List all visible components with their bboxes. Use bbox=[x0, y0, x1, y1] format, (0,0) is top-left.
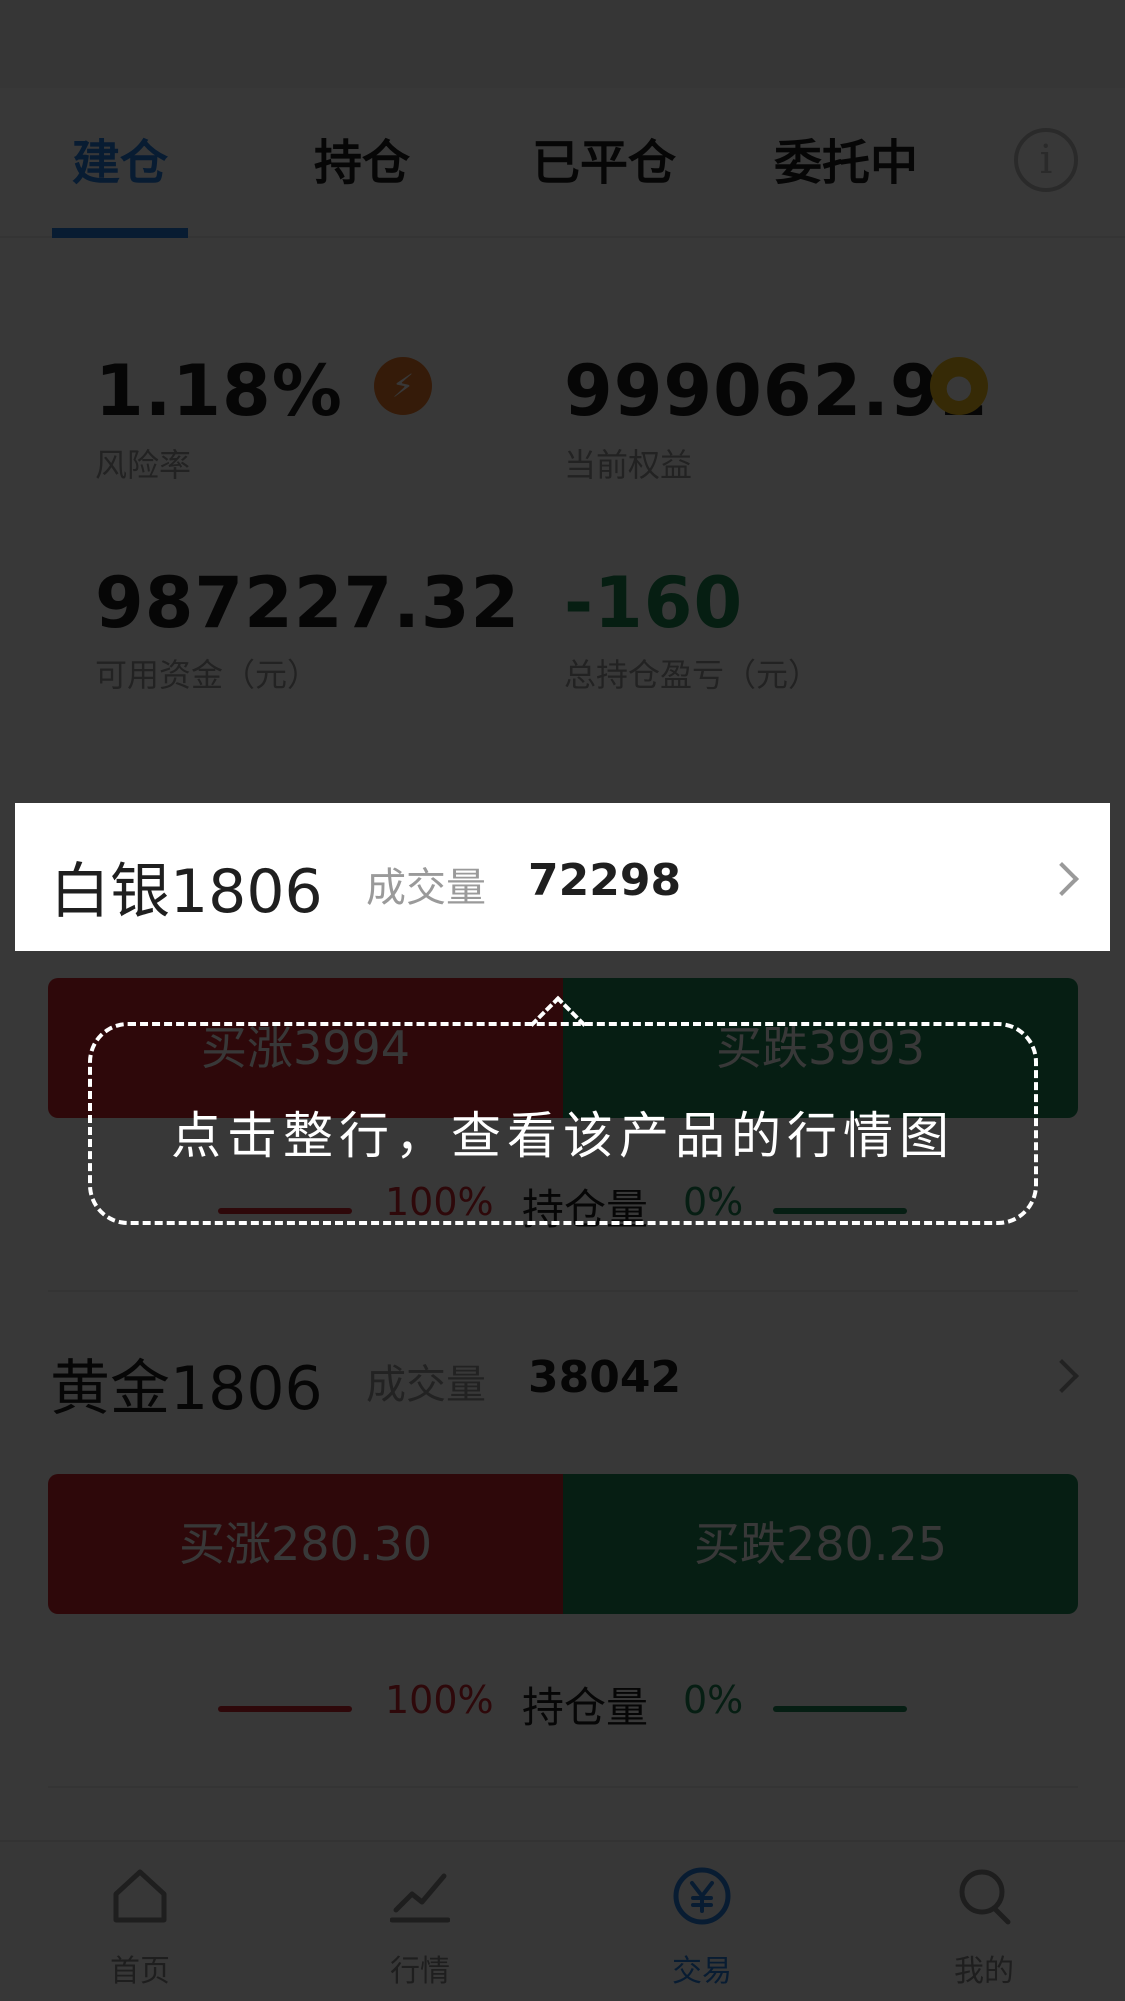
nav-label: 我的 bbox=[954, 1954, 1014, 1989]
position-down-percent: 0% bbox=[683, 1678, 744, 1722]
nav-label: 行情 bbox=[390, 1954, 450, 1989]
product-name: 黄金1806 bbox=[50, 1354, 323, 1424]
risk-rate-value: 1.18% bbox=[95, 350, 343, 432]
equity-value: 999062.92 bbox=[564, 350, 990, 432]
buy-up-button[interactable]: 买涨280.30 bbox=[48, 1474, 563, 1614]
top-tabs: 建仓 持仓 已平仓 委托中 bbox=[0, 88, 1125, 238]
home-icon bbox=[113, 1869, 167, 1923]
divider bbox=[48, 1786, 1078, 1788]
status-bar bbox=[0, 0, 1125, 88]
location-pin-icon: ● bbox=[930, 357, 988, 415]
trade-buttons-gold: 买涨280.30 买跌280.25 bbox=[48, 1474, 1078, 1614]
buy-down-button[interactable]: 买跌280.25 bbox=[563, 1474, 1078, 1614]
risk-rate-label: 风险率 bbox=[95, 446, 192, 484]
lightning-icon: ⚡ bbox=[374, 357, 432, 415]
volume-value: 72298 bbox=[528, 855, 682, 906]
total-pnl-value: -160 bbox=[564, 562, 744, 644]
chevron-right-icon bbox=[1045, 1359, 1079, 1393]
product-name: 白银1806 bbox=[50, 857, 323, 927]
nav-trade[interactable]: 交易 bbox=[622, 1858, 782, 1998]
user-icon bbox=[959, 1869, 1011, 1925]
highlighted-product-row[interactable]: 白银1806 成交量 72298 bbox=[15, 803, 1110, 951]
position-up-percent: 100% bbox=[385, 1678, 494, 1722]
chart-line-icon bbox=[390, 1873, 450, 1923]
available-funds-value: 987227.32 bbox=[95, 562, 521, 644]
tab-pending-orders[interactable]: 委托中 bbox=[774, 128, 918, 198]
chevron-right-icon bbox=[1045, 862, 1079, 896]
volume-value: 38042 bbox=[528, 1352, 682, 1403]
bottom-navigation: 首页 行情 交易 我的 bbox=[0, 1840, 1125, 2001]
available-funds-label: 可用资金（元） bbox=[95, 656, 320, 694]
tab-holdings[interactable]: 持仓 bbox=[314, 128, 410, 198]
volume-label: 成交量 bbox=[366, 1362, 486, 1408]
position-label: 持仓量 bbox=[522, 1683, 649, 1732]
nav-market[interactable]: 行情 bbox=[340, 1858, 500, 1998]
divider bbox=[48, 1290, 1078, 1292]
tab-open-position[interactable]: 建仓 bbox=[72, 128, 168, 198]
position-bar-down bbox=[773, 1706, 907, 1712]
position-ratio-gold: 100% 持仓量 0% bbox=[0, 1678, 1125, 1738]
nav-home[interactable]: 首页 bbox=[60, 1858, 220, 1998]
equity-label: 当前权益 bbox=[564, 446, 693, 484]
position-bar-up bbox=[218, 1706, 352, 1712]
info-circle-icon[interactable]: i bbox=[1014, 128, 1078, 192]
product-row-gold[interactable]: 黄金1806 成交量 38042 bbox=[0, 1300, 1125, 1450]
nav-profile[interactable]: 我的 bbox=[904, 1858, 1064, 1998]
yen-circle-icon bbox=[673, 1867, 731, 1925]
tab-closed[interactable]: 已平仓 bbox=[532, 128, 676, 198]
active-tab-indicator bbox=[52, 228, 188, 238]
volume-label: 成交量 bbox=[366, 865, 486, 911]
nav-label: 交易 bbox=[672, 1954, 732, 1989]
total-pnl-label: 总持仓盈亏（元） bbox=[564, 656, 821, 694]
tip-text: 点击整行，查看该产品的行情图 bbox=[171, 1107, 955, 1165]
nav-label: 首页 bbox=[110, 1954, 170, 1989]
